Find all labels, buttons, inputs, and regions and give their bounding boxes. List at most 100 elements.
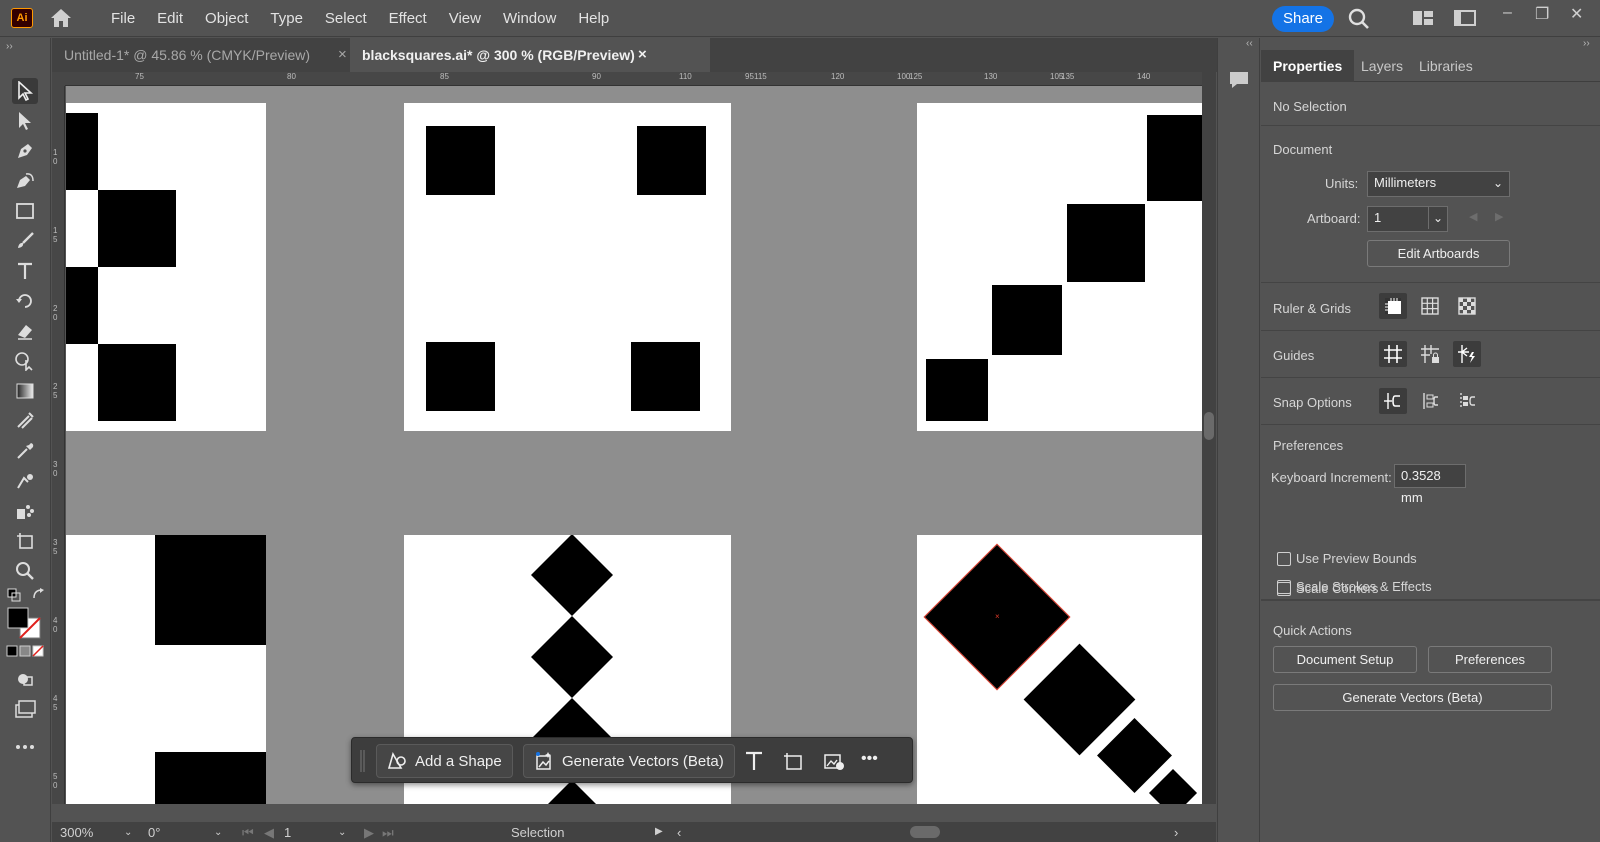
comments-icon[interactable] [1227,68,1251,92]
smart-guides-icon[interactable] [1453,341,1481,367]
generate-vectors-panel-button[interactable]: Generate Vectors (Beta) [1273,684,1552,711]
grid-icon[interactable] [1416,293,1444,319]
next-artboard-icon[interactable]: ▶ [364,825,374,841]
artboard-dropdown-icon[interactable]: ⌄ [338,827,346,838]
close-tab-icon[interactable]: × [638,38,647,72]
artboard[interactable] [66,103,266,431]
prev-artboard-icon[interactable]: ◀ [264,825,274,841]
gradient-tool-icon[interactable] [12,378,38,404]
ruler-origin[interactable] [52,72,65,86]
artboard[interactable] [917,103,1202,431]
last-artboard-icon[interactable]: ⏭ [382,825,394,841]
place-image-icon[interactable] [822,749,846,773]
swap-fill-stroke-icon[interactable] [30,586,48,604]
transparency-grid-icon[interactable] [1453,293,1481,319]
preferences-button[interactable]: Preferences [1428,646,1552,673]
tab-properties[interactable]: Properties [1261,50,1355,82]
shape-builder-tool-icon[interactable] [12,348,38,374]
black-square[interactable] [637,126,706,195]
zoom-level[interactable]: 300% [60,825,93,840]
menu-effect[interactable]: Effect [378,10,438,27]
next-artboard-icon[interactable]: ▶ [1495,210,1503,223]
mesh-tool-icon[interactable] [12,408,38,434]
menu-help[interactable]: Help [567,10,620,27]
black-diamond[interactable] [530,779,614,804]
menu-window[interactable]: Window [492,10,567,27]
pen-tool-icon[interactable] [12,138,38,164]
rulers-icon[interactable] [1379,293,1407,319]
generate-vectors-button[interactable]: Generate Vectors (Beta) [523,744,735,778]
status-menu-arrow-icon[interactable]: ▶ [655,826,663,837]
search-icon[interactable] [1348,8,1370,30]
edit-toolbar-icon[interactable] [12,734,38,760]
home-icon[interactable] [49,7,73,29]
type-tool-icon[interactable] [12,258,38,284]
collapse-toolbar-icon[interactable]: ›› [6,41,13,52]
zoom-tool-icon[interactable] [12,558,38,584]
snap-to-glyph-icon[interactable] [1416,388,1444,414]
menu-select[interactable]: Select [314,10,378,27]
black-diamond[interactable] [530,615,614,699]
tab-untitled-1[interactable]: Untitled-1* @ 45.86 % (CMYK/Preview) × [52,38,350,72]
blend-tool-icon[interactable] [12,468,38,494]
black-square[interactable] [155,535,266,645]
direct-selection-tool-icon[interactable] [12,108,38,134]
close-window-icon[interactable]: ✕ [1570,4,1583,24]
artboard[interactable] [66,535,266,804]
use-preview-bounds-checkbox[interactable] [1277,552,1291,566]
vertical-scrollbar[interactable] [1202,72,1216,804]
add-a-shape-button[interactable]: Add a Shape [376,744,513,778]
symbol-sprayer-tool-icon[interactable] [12,498,38,524]
screen-mode-icon[interactable] [12,696,38,722]
menu-type[interactable]: Type [259,10,314,27]
artboard-number[interactable]: 1 [284,825,291,840]
scroll-left-icon[interactable]: ‹ [677,825,681,840]
arrange-documents-icon[interactable] [1412,8,1434,28]
minimize-icon[interactable]: ‒ [1503,4,1512,22]
draw-mode-icon[interactable] [12,666,38,692]
units-select[interactable]: Millimeters ⌄ [1367,171,1510,197]
menu-edit[interactable]: Edit [146,10,194,27]
prev-artboard-icon[interactable]: ◀ [1469,210,1477,223]
lock-guides-icon[interactable] [1416,341,1444,367]
canvas[interactable]: × [66,86,1202,804]
tab-layers[interactable]: Layers [1349,50,1415,82]
rotation-dropdown-icon[interactable]: ⌄ [214,827,222,838]
artboard-tool-icon[interactable] [12,528,38,554]
drag-handle-icon[interactable] [360,750,366,772]
first-artboard-icon[interactable]: ⏮ [242,825,254,841]
zoom-dropdown-icon[interactable]: ⌄ [124,827,132,838]
default-fill-stroke-icon[interactable] [5,586,23,604]
black-square[interactable] [155,752,266,804]
black-square[interactable] [926,359,988,421]
black-square[interactable] [98,344,176,421]
scroll-right-icon[interactable]: › [1174,825,1178,840]
black-diamond[interactable] [530,535,614,617]
color-modes-icon[interactable] [6,644,44,658]
keyboard-increment-input[interactable]: 0.3528 mm [1394,464,1466,505]
artboard-select[interactable]: 1 ⌄ [1367,206,1448,232]
black-square[interactable] [426,126,495,195]
share-button[interactable]: Share [1272,6,1334,32]
tab-libraries[interactable]: Libraries [1407,50,1485,82]
black-square[interactable] [1147,115,1202,201]
artboard[interactable] [404,103,731,431]
fill-stroke-swatch-icon[interactable] [6,606,44,640]
type-icon[interactable] [742,749,766,773]
vertical-ruler[interactable]: 1 0 1 5 2 0 2 5 3 0 3 5 4 0 4 5 5 0 [52,86,65,804]
collapse-dock-icon[interactable]: ‹‹ [1246,38,1253,49]
black-square[interactable] [98,190,176,267]
horizontal-ruler[interactable]: 75 80 85 90 95 100 105 110 115 120 125 1… [65,72,1202,86]
restore-icon[interactable]: ❐ [1535,4,1549,24]
eraser-tool-icon[interactable] [12,318,38,344]
snap-to-point-icon[interactable] [1379,388,1407,414]
edit-artboards-button[interactable]: Edit Artboards [1367,240,1510,267]
selection-tool-icon[interactable] [12,78,38,104]
eyedropper-tool-icon[interactable] [12,438,38,464]
crop-artboard-icon[interactable] [782,749,806,773]
more-options-icon[interactable]: ••• [861,750,878,768]
show-guides-icon[interactable] [1379,341,1407,367]
black-square[interactable] [66,113,98,190]
paintbrush-tool-icon[interactable] [12,228,38,254]
current-tool[interactable]: Selection [511,825,564,840]
